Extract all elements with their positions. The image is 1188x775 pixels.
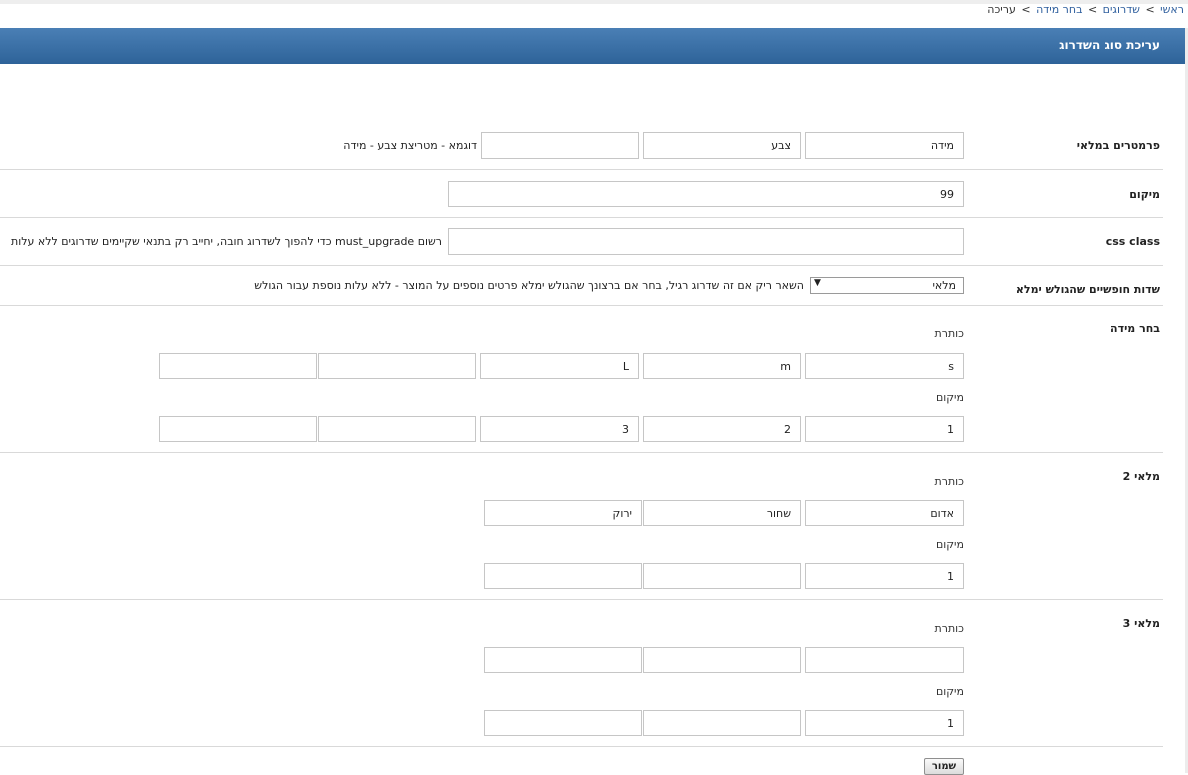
row-divider: [0, 452, 1163, 453]
param-field-3[interactable]: [481, 132, 639, 159]
header-bar: [0, 28, 1185, 64]
position-sublabel: מיקום: [935, 685, 964, 698]
position-item-input[interactable]: [805, 416, 964, 442]
position-sublabel: מיקום: [935, 538, 964, 551]
breadcrumb-upgrades[interactable]: שדרוגים: [1103, 3, 1140, 16]
title-input[interactable]: [805, 647, 964, 673]
breadcrumb-separator: >: [1145, 3, 1155, 16]
title-input[interactable]: [484, 500, 642, 526]
breadcrumb: ראשי > שדרוגים > בחר מידה > עריכה: [987, 3, 1184, 16]
position-item-input[interactable]: [484, 563, 642, 589]
param-field-1[interactable]: [805, 132, 964, 159]
css-class-note: רשום must_upgrade כדי להפוך לשדרוג חובה,…: [11, 235, 442, 248]
page-title: עריכת סוג השדרוג: [1059, 38, 1160, 52]
position-item-input[interactable]: [643, 563, 801, 589]
position-item-input[interactable]: [805, 710, 964, 736]
title-input[interactable]: [643, 500, 801, 526]
title-input[interactable]: [318, 353, 476, 379]
title-label: כותרת: [934, 475, 964, 488]
row-divider: [0, 305, 1163, 306]
position-item-input[interactable]: [805, 563, 964, 589]
title-label: כותרת: [934, 327, 964, 340]
breadcrumb-separator: >: [1087, 3, 1098, 16]
css-class-input[interactable]: [448, 228, 964, 255]
breadcrumb-choose-size[interactable]: בחר מידה: [1036, 3, 1082, 16]
title-label: כותרת: [934, 622, 964, 635]
params-label: פרמטרים במלאי: [1076, 139, 1160, 152]
free-fields-note: השאר ריק אם זה שדרוג רגיל, בחר אם ברצונך…: [254, 279, 804, 292]
position-item-input[interactable]: [159, 416, 317, 442]
chevron-down-icon: ▼: [814, 278, 821, 288]
row-divider: [0, 746, 1163, 747]
free-fields-select[interactable]: מלאי ▼: [810, 277, 964, 294]
title-input[interactable]: [159, 353, 317, 379]
free-fields-label: שדות חופשיים שהגולש ימלא: [1015, 283, 1160, 296]
free-fields-selected: מלאי: [932, 279, 956, 292]
row-divider: [0, 169, 1163, 170]
section-label: מלאי 3: [1122, 617, 1160, 630]
title-input[interactable]: [805, 500, 964, 526]
position-sublabel: מיקום: [935, 391, 964, 404]
css-class-label: css class: [1105, 235, 1160, 248]
position-item-input[interactable]: [484, 710, 642, 736]
save-button[interactable]: שמור: [924, 758, 964, 775]
position-input[interactable]: [448, 181, 964, 207]
position-item-input[interactable]: [480, 416, 639, 442]
position-item-input[interactable]: [318, 416, 476, 442]
row-divider: [0, 599, 1163, 600]
breadcrumb-current: עריכה: [987, 3, 1016, 16]
row-divider: [0, 265, 1163, 266]
title-input[interactable]: [643, 353, 801, 379]
row-divider: [0, 217, 1163, 218]
param-field-2[interactable]: [643, 132, 801, 159]
position-label: מיקום: [1129, 188, 1160, 201]
title-input[interactable]: [480, 353, 639, 379]
params-example-note: דוגמא - מטריצת צבע - מידה: [343, 139, 477, 152]
position-item-input[interactable]: [643, 710, 801, 736]
breadcrumb-home[interactable]: ראשי: [1160, 3, 1184, 16]
title-input[interactable]: [484, 647, 642, 673]
position-item-input[interactable]: [643, 416, 801, 442]
title-input[interactable]: [805, 353, 964, 379]
title-input[interactable]: [643, 647, 801, 673]
breadcrumb-separator: >: [1021, 3, 1031, 16]
section-label: מלאי 2: [1122, 470, 1160, 483]
section-label: בחר מידה: [1110, 322, 1160, 335]
